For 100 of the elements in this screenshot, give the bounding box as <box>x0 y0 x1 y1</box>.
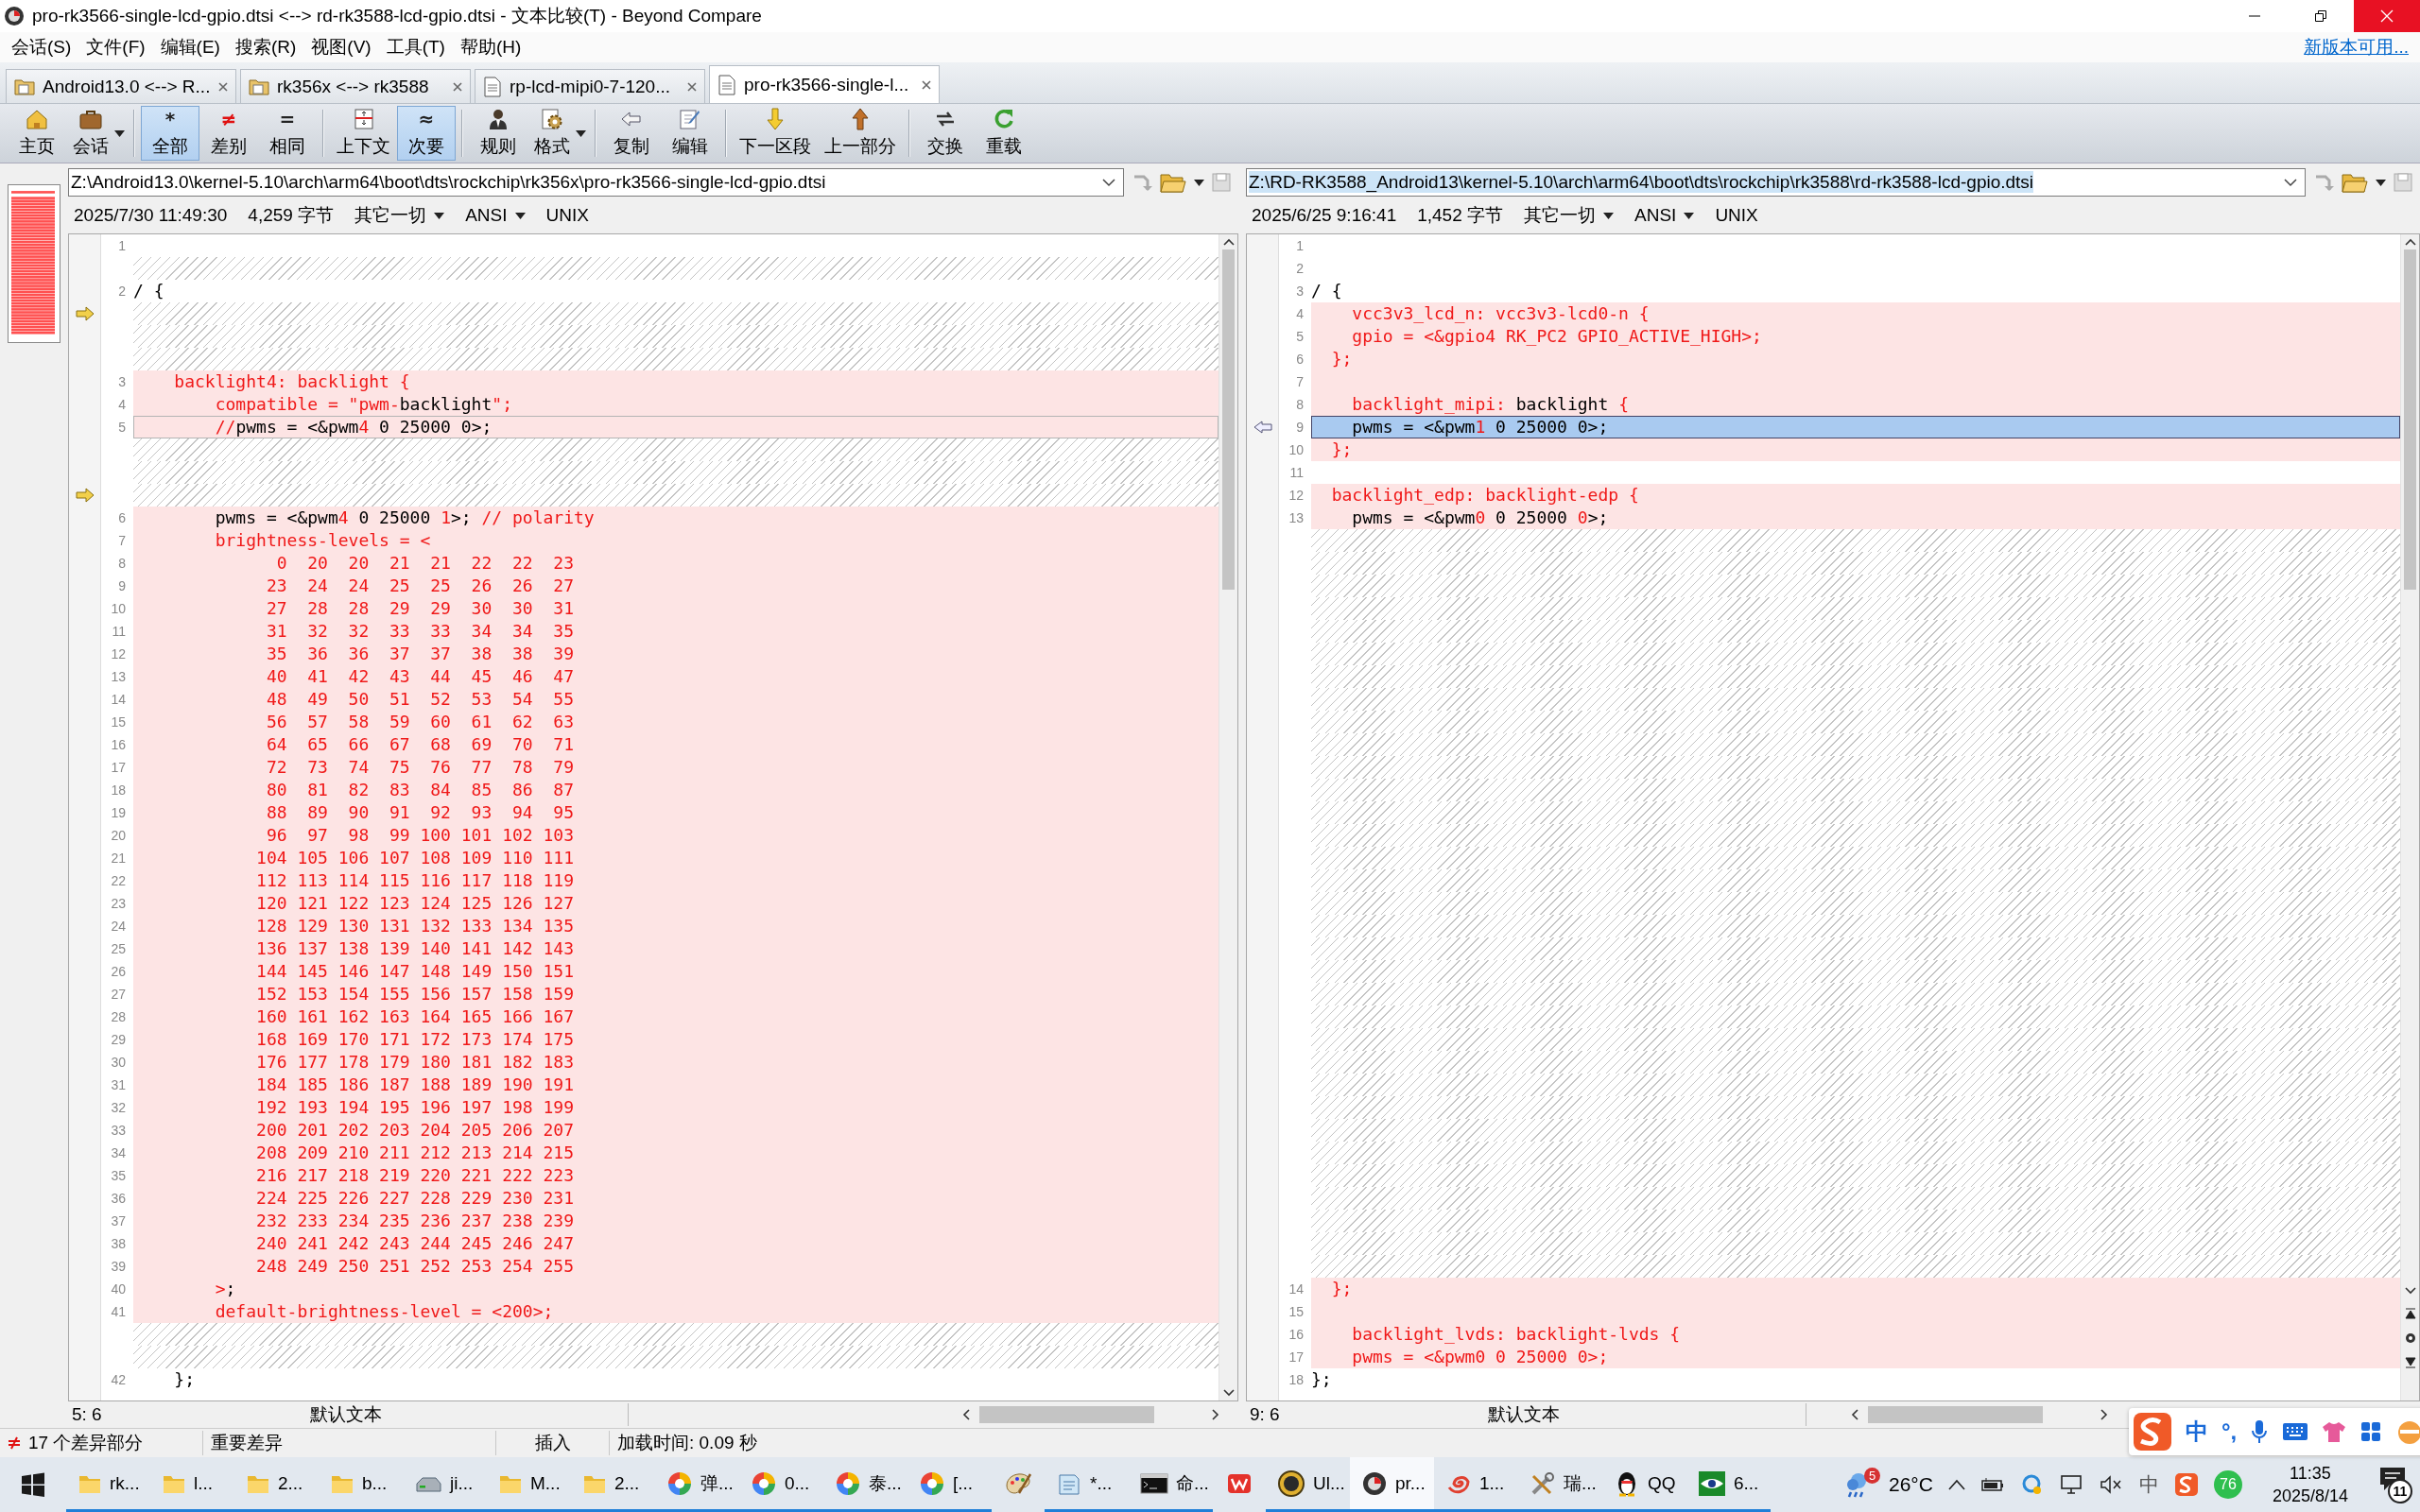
scroll-top-icon[interactable] <box>2404 1308 2416 1319</box>
toolbar-button[interactable]: 规则 <box>469 106 527 161</box>
scroll-right-icon <box>1212 1409 1219 1420</box>
tab[interactable]: rk356x <--> rk3588 <box>240 69 471 103</box>
tab[interactable]: Android13.0 <--> R... <box>6 69 236 103</box>
line-number: 17 <box>110 759 126 777</box>
toolbar-button[interactable]: ≈ 次要 <box>397 106 456 161</box>
line-number: 4 <box>1295 305 1304 323</box>
menu-item[interactable]: 视图(V) <box>303 33 379 61</box>
line-number: 35 <box>110 1167 126 1185</box>
sogou-icon[interactable] <box>2133 1412 2172 1452</box>
code-text: / { <box>1311 281 1342 301</box>
taskbar-app[interactable]: 瑞... <box>1518 1457 1602 1512</box>
close-icon[interactable] <box>687 81 697 92</box>
toolbar-button[interactable]: 交换 <box>916 106 975 161</box>
dropdown-caret-icon[interactable] <box>2376 179 2386 186</box>
punctuation-mode[interactable]: °, <box>2221 1418 2238 1445</box>
toolbar-button[interactable]: * 全部 <box>141 106 199 161</box>
taskbar-app[interactable]: 6... <box>1686 1457 1771 1512</box>
keyboard-icon[interactable] <box>2282 1421 2309 1442</box>
taskbar-app[interactable]: 2... <box>234 1457 319 1512</box>
microphone-icon[interactable] <box>2250 1418 2270 1445</box>
menu-item[interactable]: 搜索(R) <box>227 33 304 61</box>
volume-muted-icon[interactable] <box>2099 1475 2124 1494</box>
dropdown-caret-icon[interactable] <box>576 129 586 137</box>
taskbar-app[interactable]: 泰... <box>823 1457 908 1512</box>
taskbar-app[interactable]: 命... <box>1129 1457 1213 1512</box>
toolbar-button[interactable]: 会话 <box>66 106 128 161</box>
toolbar-button[interactable]: = 相同 <box>258 106 317 161</box>
toolbar-button[interactable]: 主页 <box>8 106 66 161</box>
taskbar-app[interactable]: b... <box>319 1457 403 1512</box>
encoding-dropdown[interactable]: ANSI <box>465 205 526 226</box>
taskbar-app[interactable]: 1... <box>1434 1457 1518 1512</box>
vertical-scrollbar[interactable] <box>2400 234 2419 1400</box>
grid-icon[interactable] <box>2360 1420 2383 1443</box>
tab[interactable]: rp-lcd-mipi0-7-120... <box>475 69 705 103</box>
menu-item[interactable]: 工具(T) <box>378 33 453 61</box>
center-icon[interactable] <box>2404 1332 2416 1344</box>
update-link[interactable]: 新版本可用... <box>2304 35 2409 60</box>
tab[interactable]: pro-rk3566-single-l... <box>709 65 940 103</box>
scrollbar-thumb[interactable] <box>1868 1406 2043 1423</box>
input-mode[interactable]: 中 <box>2138 1471 2159 1498</box>
toolbar-button[interactable]: 上一部分 <box>818 106 903 161</box>
taskbar-app[interactable]: M... <box>487 1457 571 1512</box>
path-field[interactable]: Z:\Android13.0\kernel-5.10\arch\arm64\boot\dts\rockchip\rk356x\pro-rk3566-single-lcd-gpio.dtsi <box>68 168 1124 197</box>
toolbar-button[interactable]: 上下文 <box>330 106 397 161</box>
taskbar-app[interactable]: 0... <box>739 1457 823 1512</box>
taskbar-app[interactable]: *... <box>1045 1457 1129 1512</box>
save-icon[interactable] <box>1212 173 1231 192</box>
folder-icon[interactable] <box>1160 172 1186 193</box>
battery-icon[interactable] <box>1979 1477 2005 1492</box>
dropdown-caret-icon[interactable] <box>114 129 125 137</box>
line-number: 31 <box>110 1076 126 1094</box>
close-icon[interactable] <box>922 79 931 90</box>
taskbar-app[interactable]: 弹... <box>655 1457 739 1512</box>
taskbar-app[interactable]: pr... <box>1350 1457 1434 1512</box>
taskbar-app[interactable]: QQ <box>1602 1457 1686 1512</box>
toolbar-button[interactable]: 格式 <box>527 106 589 161</box>
taskbar-app[interactable]: rk... <box>66 1457 150 1512</box>
taskbar-app[interactable]: ji... <box>403 1457 487 1512</box>
path-field[interactable]: Z:\RD-RK3588_Android13\kernel-5.10\arch\arm64\boot\dts\rockchip\rk3588\rd-rk3588-lcd-gpio.dtsi <box>1246 168 2306 197</box>
toolbar-button[interactable]: ≠ 差别 <box>199 106 258 161</box>
toolbar-button[interactable]: 重载 <box>975 106 1033 161</box>
scrollbar-thumb[interactable] <box>979 1406 1154 1423</box>
taskbar-app[interactable]: 2... <box>571 1457 655 1512</box>
scroll-bottom-icon[interactable] <box>2404 1357 2416 1368</box>
menu-item[interactable]: 帮助(H) <box>452 33 529 61</box>
taskbar-app[interactable]: [... <box>908 1457 992 1512</box>
swap-icon[interactable] <box>2313 173 2334 192</box>
save-icon[interactable] <box>2394 173 2412 192</box>
network-icon[interactable] <box>2059 1474 2084 1495</box>
scrollbar-thumb[interactable] <box>2404 249 2416 590</box>
line-number: 9 <box>1295 419 1304 437</box>
overview-map[interactable] <box>8 184 60 343</box>
shirt-icon[interactable] <box>2322 1420 2347 1443</box>
chevron-up-icon[interactable] <box>1947 1479 1965 1490</box>
filter-dropdown[interactable]: 其它一切 <box>1524 203 1615 228</box>
input-mode[interactable]: 中 <box>2186 1417 2208 1447</box>
toolbar-button[interactable]: 编辑 <box>661 106 719 161</box>
encoding-dropdown[interactable]: ANSI <box>1634 205 1695 226</box>
filter-dropdown[interactable]: 其它一切 <box>354 203 445 228</box>
restore-icon <box>2314 9 2327 23</box>
swap-icon[interactable] <box>1132 173 1152 192</box>
document-icon <box>717 74 736 95</box>
toolbar-button[interactable]: 下一区段 <box>733 106 818 161</box>
toolbar-button[interactable]: 复制 <box>602 106 661 161</box>
scrollbar-thumb[interactable] <box>1222 249 1235 590</box>
menu-item[interactable]: 编辑(E) <box>152 33 228 61</box>
code-text: 192 193 194 195 196 197 198 199 <box>255 1097 574 1117</box>
folder-icon[interactable] <box>2342 172 2368 193</box>
sogou-icon[interactable] <box>2173 1472 2199 1497</box>
clock[interactable]: 11:35 2025/8/14 <box>2272 1462 2348 1507</box>
avatar-icon[interactable] <box>2395 1418 2420 1445</box>
close-icon[interactable] <box>218 81 228 92</box>
close-icon[interactable] <box>453 81 462 92</box>
menu-item[interactable]: 文件(F) <box>78 33 153 61</box>
taskbar-app[interactable]: l... <box>150 1457 234 1512</box>
vertical-scrollbar[interactable] <box>1219 234 1237 1400</box>
menu-item[interactable]: 会话(S) <box>4 33 79 61</box>
dropdown-caret-icon[interactable] <box>1194 179 1204 186</box>
